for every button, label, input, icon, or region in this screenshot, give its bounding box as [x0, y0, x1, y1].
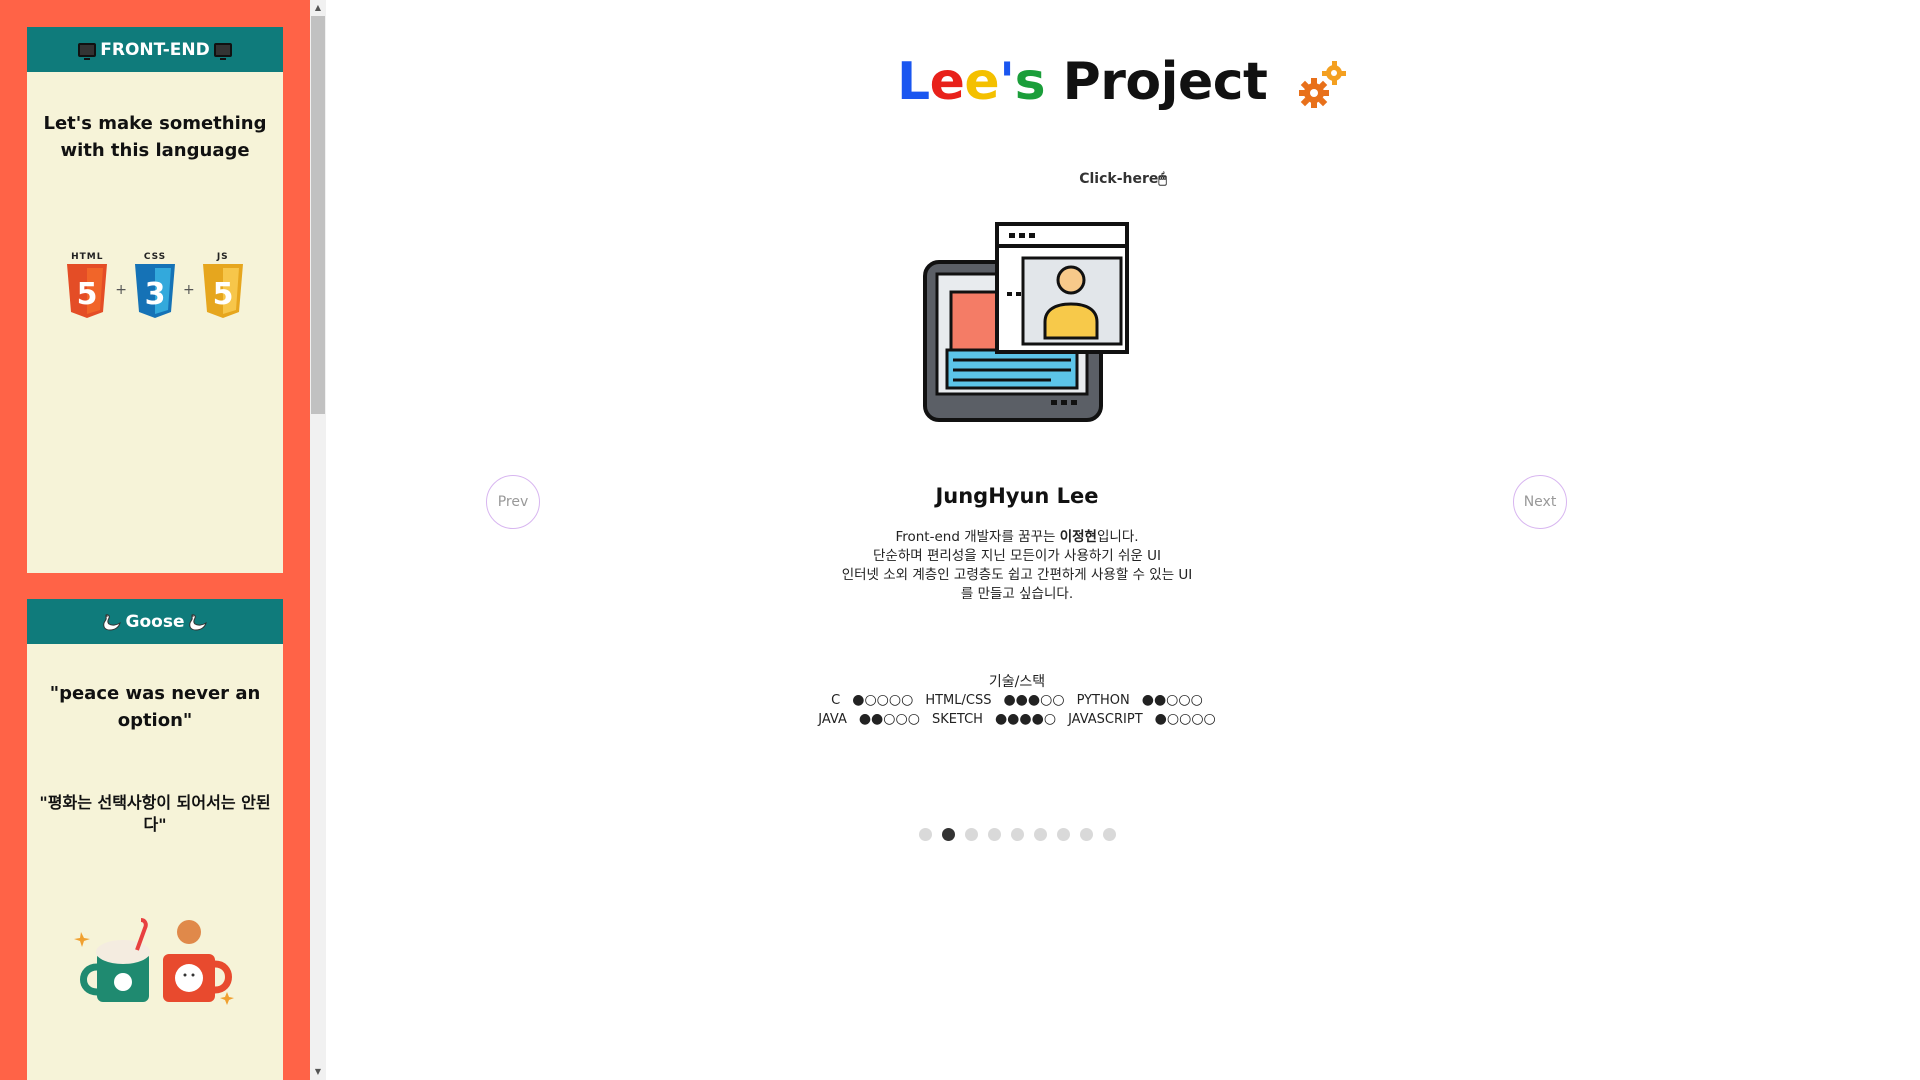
skills-title: 기술/스택: [988, 674, 1046, 690]
page-title: Lee's Project: [326, 52, 1920, 112]
intro-name-bold: 이정현: [1059, 529, 1097, 545]
goose-card: Goose "peace was never an option" "평화는 선…: [27, 599, 283, 1080]
pagination-dot[interactable]: [964, 828, 978, 841]
intro-line-2: 단순하며 편리성을 지닌 모든이가 사용하기 쉬운 UI: [872, 548, 1161, 564]
svg-text:3: 3: [145, 277, 166, 312]
js-label: JS: [216, 252, 229, 262]
skill-rating: ●●○○○: [1141, 692, 1203, 708]
skill-item: C ●○○○○: [831, 692, 913, 708]
skill-name: PYTHON: [1076, 692, 1130, 708]
goose-quote-english: "peace was never an option": [49, 683, 261, 731]
skill-item: JAVA ●●○○○: [818, 711, 920, 727]
pagination-dot[interactable]: [918, 828, 932, 841]
skill-rating: ●○○○○: [852, 692, 914, 708]
scroll-down-arrow-icon[interactable]: ▼: [310, 1064, 326, 1080]
frontend-card-title: FRONT-END: [100, 39, 210, 60]
skill-name: JAVASCRIPT: [1068, 711, 1143, 727]
gears-icon: [1299, 61, 1347, 108]
frontend-card: FRONT-END Let's make something with this…: [27, 27, 283, 573]
skill-name: JAVA: [818, 711, 847, 727]
skill-name: SKETCH: [931, 711, 983, 727]
goose-quote-korean: "평화는 선택사항이 되어서는 안된다": [39, 793, 271, 834]
js-logo: JS 5: [201, 252, 245, 320]
title-letter-e2: e: [964, 52, 1000, 112]
page-scrollbar[interactable]: ▲ ▼: [310, 0, 326, 1080]
pagination-dot[interactable]: [1079, 828, 1093, 841]
intro-line-3: 인터넷 소외 계층인 고령층도 쉽고 간편하게 사용할 수 있는 UI: [841, 567, 1193, 583]
skill-item: PYTHON ●●○○○: [1077, 692, 1203, 708]
skill-rating: ●○○○○: [1154, 711, 1216, 727]
pagination-dot[interactable]: [1102, 828, 1116, 841]
profile-computer-illustration[interactable]: [921, 222, 1131, 424]
scroll-thumb[interactable]: [311, 16, 325, 414]
skill-item: JAVASCRIPT ●○○○○: [1068, 711, 1216, 727]
plus-sign: +: [115, 282, 127, 298]
pagination-dot[interactable]: [941, 828, 955, 841]
slide-pagination: [326, 828, 1708, 841]
pagination-dot[interactable]: [1056, 828, 1070, 841]
profile-intro: Front-end 개발자를 꿈꾸는 이정현입니다. 단순하며 편리성을 지닌 …: [326, 528, 1708, 604]
monitor-icon: [213, 42, 232, 60]
intro-line-1-post: 입니다.: [1096, 529, 1139, 545]
skill-name: HTML/CSS: [925, 692, 992, 708]
main-content: Lee's Project Click-here🖱 Prev Next Jung…: [326, 0, 1920, 1080]
skill-rating: ●●○○○: [858, 711, 920, 727]
swan-icon: [102, 613, 121, 631]
goose-card-header: Goose: [27, 599, 283, 644]
language-logos: HTML 5 + CSS 3 + JS 5: [27, 252, 283, 320]
svg-text:5: 5: [212, 277, 233, 312]
css3-logo: CSS 3: [133, 252, 177, 320]
skills-row-1: C ●○○○○ HTML/CSS ●●●○○ PYTHON ●●○○○: [326, 692, 1708, 708]
mugs-illustration: [74, 918, 234, 1005]
click-here-hint[interactable]: Click-here🖱: [326, 171, 1920, 187]
swan-icon: [189, 613, 208, 631]
skill-rating: ●●●○○: [1003, 692, 1065, 708]
pagination-dot[interactable]: [1033, 828, 1047, 841]
svg-text:5: 5: [77, 277, 98, 312]
frontend-card-text: Let's make something with this language: [43, 113, 267, 161]
title-apostrophe: ': [999, 52, 1015, 112]
title-letter-l: L: [896, 52, 930, 112]
skills-row-2: JAVA ●●○○○ SKETCH ●●●●○ JAVASCRIPT ●○○○○: [326, 711, 1708, 727]
pagination-dot[interactable]: [1010, 828, 1024, 841]
sidebar: FRONT-END Let's make something with this…: [0, 0, 310, 1080]
monitor-icon: [78, 42, 97, 60]
html5-logo: HTML 5: [65, 252, 109, 320]
css-label: CSS: [143, 252, 167, 262]
intro-line-1: Front-end 개발자를 꿈꾸는 이정현입니다.: [326, 528, 1708, 547]
plus-sign: +: [183, 282, 195, 298]
frontend-card-header: FRONT-END: [27, 27, 283, 72]
skill-item: SKETCH ●●●●○: [932, 711, 1056, 727]
intro-line-1-pre: Front-end 개발자를 꿈꾸는: [895, 529, 1060, 545]
skill-rating: ●●●●○: [994, 711, 1057, 727]
profile-name: JungHyun Lee: [935, 484, 1099, 508]
skill-name: C: [831, 692, 841, 708]
goose-card-title: Goose: [125, 611, 185, 632]
scroll-up-arrow-icon[interactable]: ▲: [310, 0, 326, 16]
pagination-dot[interactable]: [987, 828, 1001, 841]
title-rest: Project: [1045, 52, 1268, 112]
html-label: HTML: [71, 252, 104, 262]
skill-item: HTML/CSS ●●●○○: [925, 692, 1064, 708]
intro-line-4: 를 만들고 싶습니다.: [960, 586, 1074, 602]
title-letter-s: s: [1014, 52, 1046, 112]
title-letter-e1: e: [929, 52, 965, 112]
